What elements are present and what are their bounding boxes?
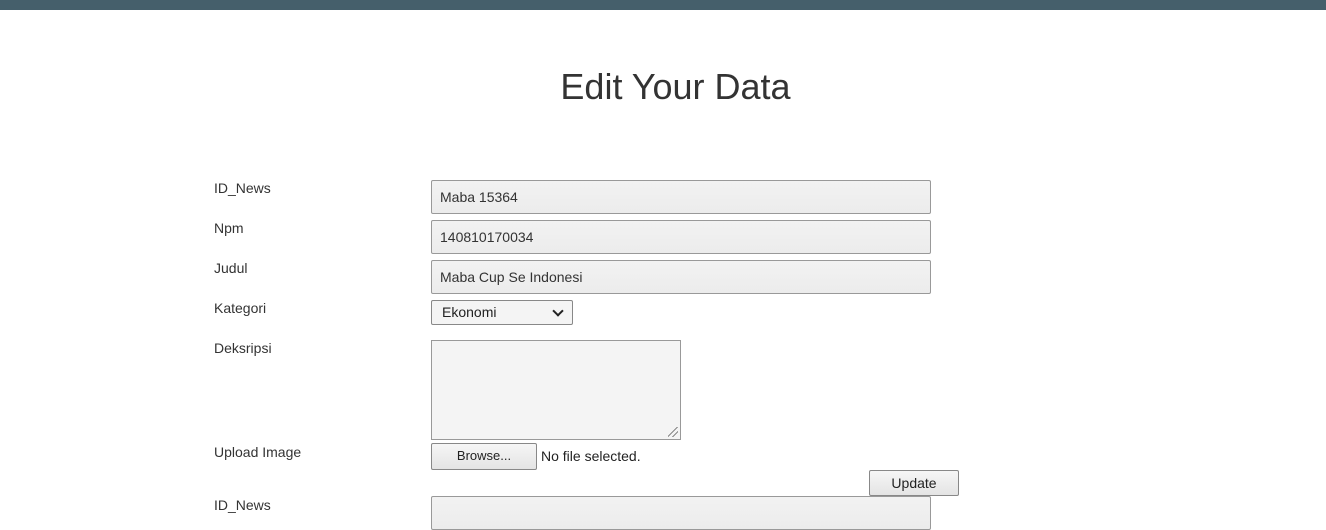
next-id-news-label: ID_News — [214, 497, 271, 513]
kategori-select[interactable]: Ekonomi — [431, 300, 573, 325]
deskripsi-textarea[interactable] — [431, 340, 681, 440]
resize-handle-icon[interactable] — [668, 427, 678, 437]
id-news-label: ID_News — [214, 180, 271, 196]
top-bar — [0, 0, 1326, 10]
npm-label: Npm — [214, 220, 244, 236]
deskripsi-label: Deksripsi — [214, 340, 272, 356]
next-id-news-input[interactable] — [431, 496, 931, 530]
page-title: Edit Your Data — [560, 66, 791, 107]
update-button[interactable]: Update — [869, 470, 959, 496]
judul-input[interactable]: Maba Cup Se Indonesi — [431, 260, 931, 294]
upload-image-label: Upload Image — [214, 444, 302, 460]
browse-button[interactable]: Browse... — [431, 443, 537, 470]
kategori-selected-value: Ekonomi — [442, 304, 497, 320]
judul-label: Judul — [214, 260, 248, 276]
kategori-label: Kategori — [214, 300, 267, 316]
file-status-text: No file selected. — [541, 448, 641, 464]
id-news-input[interactable]: Maba 15364 — [431, 180, 931, 214]
chevron-down-icon — [552, 305, 564, 317]
npm-input[interactable]: 140810170034 — [431, 220, 931, 254]
